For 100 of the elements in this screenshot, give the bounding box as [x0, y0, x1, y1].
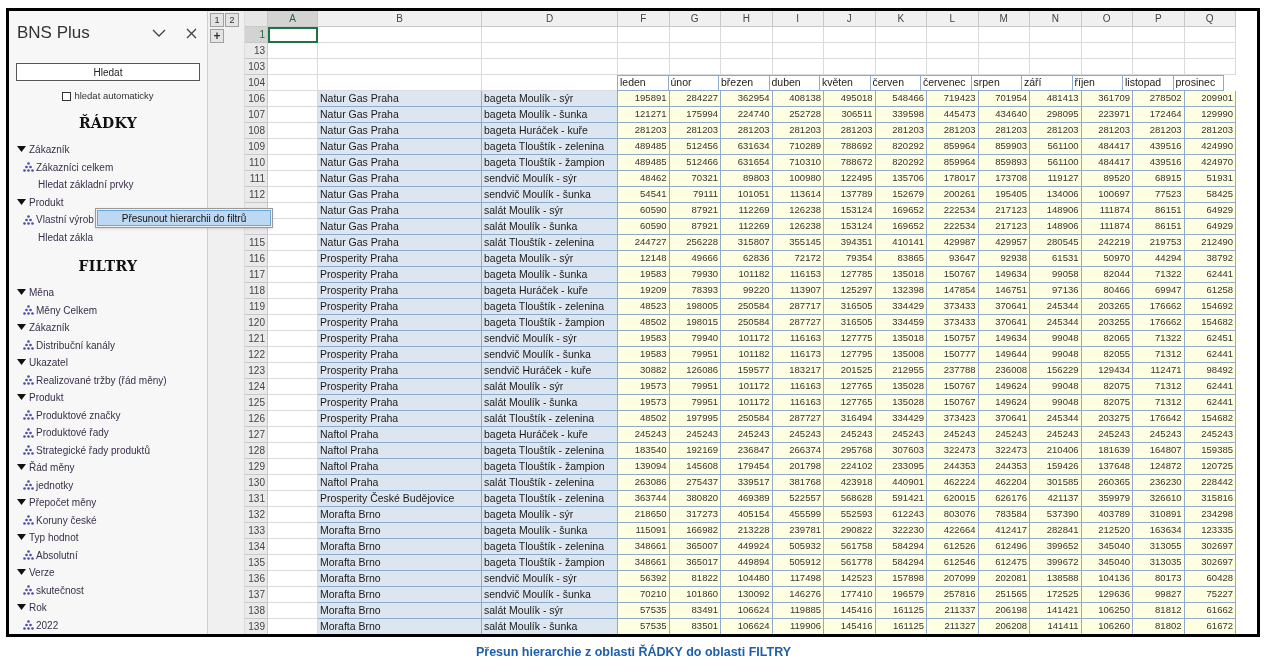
dimension-label[interactable]: Přepočet měny	[29, 495, 97, 511]
collapse-triangle-icon[interactable]	[17, 569, 26, 577]
row-header[interactable]: 106	[245, 91, 268, 107]
row-header[interactable]: 108	[245, 123, 268, 139]
collapse-triangle-icon[interactable]	[17, 324, 26, 332]
dimension-label[interactable]: Produkt	[29, 390, 64, 406]
column-header[interactable]: J	[824, 11, 876, 27]
column-header[interactable]: I	[772, 11, 824, 27]
column-header[interactable]: M	[978, 11, 1030, 27]
column-header[interactable]: L	[927, 11, 979, 27]
collapse-triangle-icon[interactable]	[17, 464, 26, 472]
value-cell: 150767	[927, 267, 979, 283]
hierarchy-item[interactable]: Produktové značky	[36, 407, 121, 423]
collapse-triangle-icon[interactable]	[17, 198, 26, 206]
row-header[interactable]: 138	[245, 603, 268, 619]
hierarchy-item[interactable]: Vlastní výrob	[36, 212, 94, 228]
hierarchy-item[interactable]: 2022	[36, 617, 59, 633]
chevron-down-icon[interactable]	[152, 29, 166, 37]
checkbox[interactable]	[62, 91, 72, 101]
column-header[interactable]: Q	[1184, 11, 1236, 27]
hierarchy-item[interactable]: Absolutní	[36, 547, 78, 563]
row-header[interactable]: 110	[245, 155, 268, 171]
row-header[interactable]: 109	[245, 139, 268, 155]
row-header[interactable]: 117	[245, 267, 268, 283]
column-header[interactable]: N	[1030, 11, 1082, 27]
row-header[interactable]: 135	[245, 555, 268, 571]
customer-cell: Natur Gas Praha	[318, 171, 482, 187]
dimension-label[interactable]: Rok	[29, 600, 47, 616]
row-header[interactable]: 118	[245, 283, 268, 299]
dimension-label[interactable]: Typ hodnot	[29, 530, 79, 546]
column-header[interactable]: P	[1133, 11, 1185, 27]
row-header[interactable]: 130	[245, 475, 268, 491]
row-header[interactable]: 129	[245, 459, 268, 475]
hierarchy-item[interactable]: skutečnost	[36, 582, 84, 598]
row-header[interactable]: 115	[245, 235, 268, 251]
collapse-triangle-icon[interactable]	[17, 499, 26, 507]
column-header[interactable]: D	[482, 11, 618, 27]
row-header[interactable]: 112	[245, 187, 268, 203]
dimension-label[interactable]: Verze	[29, 565, 55, 581]
row-header[interactable]: 124	[245, 379, 268, 395]
row-header[interactable]: 116	[245, 251, 268, 267]
column-header[interactable]: K	[875, 11, 927, 27]
row-header[interactable]: 1	[245, 27, 268, 43]
row-header[interactable]: 107	[245, 107, 268, 123]
column-header[interactable]: G	[669, 11, 721, 27]
collapse-triangle-icon[interactable]	[17, 394, 26, 402]
row-header[interactable]: 121	[245, 331, 268, 347]
row-header[interactable]: 111	[245, 171, 268, 187]
dimension-label[interactable]: Měna	[29, 285, 54, 301]
column-header[interactable]: F	[618, 11, 670, 27]
collapse-triangle-icon[interactable]	[17, 359, 26, 367]
column-header[interactable]: H	[721, 11, 773, 27]
outline-level-button[interactable]: 2	[225, 13, 239, 27]
hierarchy-item[interactable]: Produktové řady	[36, 425, 109, 441]
collapse-triangle-icon[interactable]	[17, 146, 26, 154]
dimension-label[interactable]: Produkt	[29, 194, 64, 210]
dimension-label[interactable]: Zákazník	[29, 142, 70, 158]
row-header[interactable]: 125	[245, 395, 268, 411]
hierarchy-item[interactable]: Zákazníci celkem	[36, 159, 114, 175]
outline-level-button[interactable]: 1	[210, 13, 224, 27]
column-header[interactable]: A	[268, 11, 318, 27]
search-button[interactable]: Hledat	[16, 63, 200, 81]
dimension-label[interactable]: Zákazník	[29, 320, 70, 336]
row-header[interactable]: 128	[245, 443, 268, 459]
dimension-label[interactable]: Ukazatel	[29, 355, 68, 371]
row-header[interactable]: 133	[245, 523, 268, 539]
menu-item[interactable]: Přesunout hierarchii do filtrů	[97, 210, 271, 226]
row-header[interactable]: 139	[245, 619, 268, 634]
row-header[interactable]: 127	[245, 427, 268, 443]
hierarchy-item[interactable]: Koruny české	[36, 512, 97, 528]
expand-button[interactable]: +	[210, 29, 224, 43]
row-header[interactable]: 122	[245, 347, 268, 363]
collapse-triangle-icon[interactable]	[17, 289, 26, 297]
row-header[interactable]: 104	[245, 75, 268, 91]
row-header[interactable]: 126	[245, 411, 268, 427]
value-cell: 281203	[978, 123, 1030, 139]
hierarchy-item[interactable]: jednotky	[36, 477, 74, 493]
collapse-triangle-icon[interactable]	[17, 604, 26, 612]
row-header[interactable]: 123	[245, 363, 268, 379]
row-header[interactable]: 131	[245, 491, 268, 507]
row-header[interactable]: 137	[245, 587, 268, 603]
hierarchy-item[interactable]: Měny Celkem	[36, 302, 98, 318]
row-header[interactable]: 13	[245, 43, 268, 59]
close-icon[interactable]	[186, 27, 197, 39]
hierarchy-item[interactable]: Realizované tržby (řád měny)	[36, 372, 167, 388]
row-header[interactable]: 136	[245, 571, 268, 587]
hierarchy-item[interactable]: Strategické řady produktů	[36, 442, 150, 458]
row-header[interactable]: 134	[245, 539, 268, 555]
hierarchy-item[interactable]: Distribuční kanály	[36, 337, 115, 353]
column-header[interactable]: B	[318, 11, 482, 27]
selected-cell[interactable]	[268, 27, 318, 43]
row-header[interactable]: 120	[245, 315, 268, 331]
dimension-label[interactable]: Řád měny	[29, 460, 75, 476]
row-header[interactable]: 132	[245, 507, 268, 523]
collapse-triangle-icon[interactable]	[17, 534, 26, 542]
search-members-link[interactable]: Hledat zákla	[38, 229, 94, 245]
search-members-link[interactable]: Hledat základní prvky	[38, 177, 134, 193]
row-header[interactable]: 119	[245, 299, 268, 315]
column-header[interactable]: O	[1081, 11, 1133, 27]
row-header[interactable]: 103	[245, 59, 268, 75]
